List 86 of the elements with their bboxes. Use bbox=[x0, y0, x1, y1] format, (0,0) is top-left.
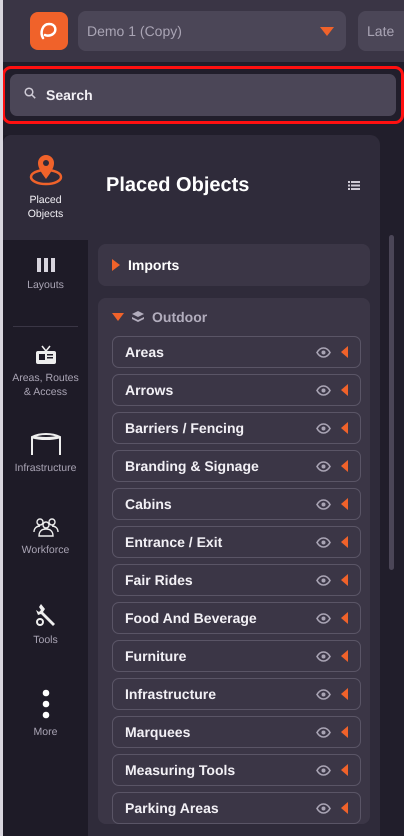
collapse-arrow-icon[interactable] bbox=[341, 346, 348, 358]
eye-icon[interactable] bbox=[316, 688, 331, 700]
layers-icon bbox=[132, 311, 144, 323]
collapse-arrow-icon[interactable] bbox=[341, 764, 348, 776]
nav-label: More bbox=[32, 725, 58, 739]
category-label: Parking Areas bbox=[125, 800, 219, 816]
people-icon bbox=[32, 517, 60, 537]
nav-label: Infrastructure bbox=[14, 461, 78, 475]
app-logo[interactable] bbox=[30, 12, 68, 50]
category-label: Furniture bbox=[125, 648, 186, 664]
category-label: Barriers / Fencing bbox=[125, 420, 244, 436]
category-item[interactable]: Measuring Tools bbox=[112, 754, 361, 786]
category-label: Fair Rides bbox=[125, 572, 193, 588]
category-item[interactable]: Fair Rides bbox=[112, 564, 361, 596]
billboard-icon bbox=[34, 345, 56, 365]
collapse-arrow-icon[interactable] bbox=[341, 460, 348, 472]
collapse-arrow-icon[interactable] bbox=[341, 726, 348, 738]
category-item[interactable]: Areas bbox=[112, 336, 361, 368]
nav-item[interactable]: Tools bbox=[3, 585, 88, 671]
category-label: Infrastructure bbox=[125, 686, 216, 702]
collapse-arrow-icon[interactable] bbox=[341, 498, 348, 510]
category-label: Arrows bbox=[125, 382, 174, 398]
caret-down-icon bbox=[112, 313, 124, 321]
columns-icon bbox=[36, 258, 54, 272]
eye-icon[interactable] bbox=[316, 384, 331, 396]
scrollbar[interactable] bbox=[389, 235, 394, 570]
nav-item[interactable]: Areas, Routes & Access bbox=[3, 327, 88, 413]
eye-icon[interactable] bbox=[316, 612, 331, 624]
project-dropdown[interactable]: Demo 1 (Copy) bbox=[78, 11, 346, 51]
nav-label: Layouts bbox=[26, 278, 65, 292]
gazebo-icon bbox=[30, 431, 62, 455]
nav-label: Tools bbox=[32, 633, 59, 647]
caret-right-icon bbox=[112, 259, 120, 271]
eye-icon[interactable] bbox=[316, 574, 331, 586]
category-label: Entrance / Exit bbox=[125, 534, 222, 550]
nav-label: Placed Objects bbox=[26, 193, 64, 221]
category-item[interactable]: Furniture bbox=[112, 640, 361, 672]
category-label: Cabins bbox=[125, 496, 172, 512]
category-label: Branding & Signage bbox=[125, 458, 259, 474]
collapse-arrow-icon[interactable] bbox=[341, 802, 348, 814]
category-item[interactable]: Parking Areas bbox=[112, 792, 361, 824]
collapse-arrow-icon[interactable] bbox=[341, 688, 348, 700]
nav-item[interactable]: Workforce bbox=[3, 499, 88, 585]
category-item[interactable]: Entrance / Exit bbox=[112, 526, 361, 558]
category-label: Areas bbox=[125, 344, 164, 360]
collapse-arrow-icon[interactable] bbox=[341, 650, 348, 662]
panel-title: Placed Objects bbox=[106, 174, 250, 197]
category-item[interactable]: Infrastructure bbox=[112, 678, 361, 710]
nav-item[interactable]: Layouts bbox=[3, 240, 88, 326]
eye-icon[interactable] bbox=[316, 346, 331, 358]
eye-icon[interactable] bbox=[316, 650, 331, 662]
category-item[interactable]: Food And Beverage bbox=[112, 602, 361, 634]
search-icon bbox=[24, 87, 36, 99]
nav-item[interactable]: More bbox=[3, 671, 88, 757]
category-label: Measuring Tools bbox=[125, 762, 236, 778]
section-header[interactable]: Outdoor bbox=[112, 298, 208, 336]
category-label: Food And Beverage bbox=[125, 610, 257, 626]
eye-icon[interactable] bbox=[316, 536, 331, 548]
category-item[interactable]: Arrows bbox=[112, 374, 361, 406]
eye-icon[interactable] bbox=[316, 460, 331, 472]
category-item[interactable]: Marquees bbox=[112, 716, 361, 748]
category-label: Marquees bbox=[125, 724, 190, 740]
nav-label: Workforce bbox=[20, 543, 70, 557]
list-icon[interactable] bbox=[348, 181, 360, 190]
section-header[interactable]: Imports bbox=[112, 244, 180, 286]
collapse-arrow-icon[interactable] bbox=[341, 612, 348, 624]
category-item[interactable]: Cabins bbox=[112, 488, 361, 520]
collapse-arrow-icon[interactable] bbox=[341, 422, 348, 434]
eye-icon[interactable] bbox=[316, 802, 331, 814]
collapse-arrow-icon[interactable] bbox=[341, 384, 348, 396]
eye-icon[interactable] bbox=[316, 726, 331, 738]
eye-icon[interactable] bbox=[316, 498, 331, 510]
nav-label: Areas, Routes & Access bbox=[11, 371, 80, 399]
nav-item[interactable]: Infrastructure bbox=[3, 413, 88, 499]
search-field[interactable]: Search bbox=[10, 74, 396, 116]
category-item[interactable]: Barriers / Fencing bbox=[112, 412, 361, 444]
eye-icon[interactable] bbox=[316, 422, 331, 434]
more-icon bbox=[42, 689, 50, 719]
caret-icon bbox=[320, 26, 334, 36]
category-item[interactable]: Branding & Signage bbox=[112, 450, 361, 482]
nav-item[interactable]: Placed Objects bbox=[3, 135, 88, 240]
collapse-arrow-icon[interactable] bbox=[341, 536, 348, 548]
version-dropdown[interactable]: Late bbox=[358, 11, 404, 51]
wrench-icon bbox=[34, 603, 56, 627]
eye-icon[interactable] bbox=[316, 764, 331, 776]
collapse-arrow-icon[interactable] bbox=[341, 574, 348, 586]
